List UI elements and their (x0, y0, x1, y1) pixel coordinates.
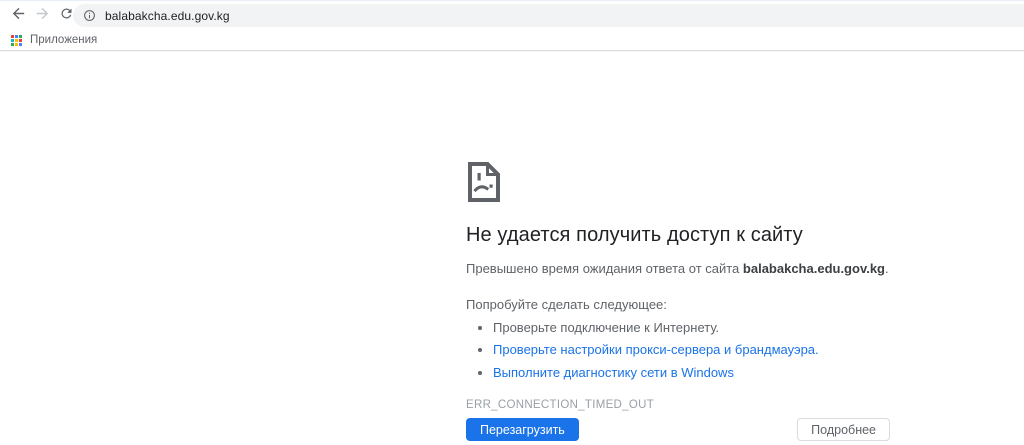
error-domain: balabakcha.edu.gov.kg (743, 261, 885, 276)
suggestion-proxy-firewall-link[interactable]: Проверьте настройки прокси-сервера и бра… (493, 341, 890, 359)
address-bar[interactable]: balabakcha.edu.gov.kg (73, 4, 1024, 27)
error-title: Не удается получить доступ к сайту (466, 224, 890, 247)
suggestion-check-internet: Проверьте подключение к Интернету. (493, 319, 890, 337)
back-button[interactable] (7, 5, 29, 27)
error-page: Не удается получить доступ к сайту Превы… (0, 52, 1024, 445)
forward-arrow-icon (34, 5, 51, 27)
back-arrow-icon (10, 5, 27, 27)
details-button[interactable]: Подробнее (797, 418, 890, 441)
suggestion-list: Проверьте подключение к Интернету. Прове… (466, 319, 890, 382)
error-content: Не удается получить доступ к сайту Превы… (466, 160, 890, 411)
info-icon[interactable] (83, 9, 96, 22)
url-text[interactable]: balabakcha.edu.gov.kg (105, 9, 230, 23)
bookmarks-apps-label[interactable]: Приложения (30, 34, 97, 46)
reload-page-button[interactable]: Перезагрузить (466, 418, 579, 441)
sad-page-icon (466, 160, 502, 204)
error-buttons-row: Перезагрузить Подробнее (466, 418, 890, 441)
suggestion-heading: Попробуйте сделать следующее: (466, 297, 890, 312)
error-code: ERR_CONNECTION_TIMED_OUT (466, 399, 890, 411)
forward-button[interactable] (31, 5, 53, 27)
reload-icon (59, 6, 74, 26)
browser-toolbar: balabakcha.edu.gov.kg (0, 1, 1024, 30)
error-description-prefix: Превышено время ожидания ответа от сайта (466, 261, 743, 276)
apps-grid-icon[interactable] (11, 35, 22, 46)
bookmarks-bar: Приложения (0, 30, 1024, 51)
error-description-suffix: . (885, 261, 889, 276)
suggestion-network-diagnostics-link[interactable]: Выполните диагностику сети в Windows (493, 364, 890, 382)
error-description: Превышено время ожидания ответа от сайта… (466, 260, 890, 279)
